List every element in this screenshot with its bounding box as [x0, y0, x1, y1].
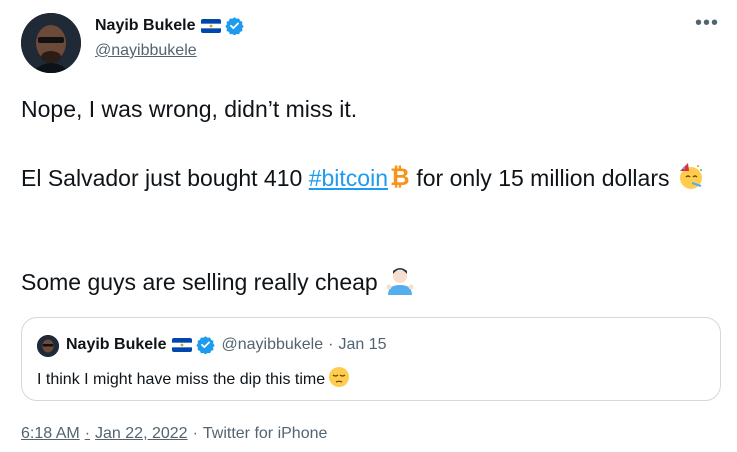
footer-separator: · — [84, 425, 91, 442]
author-handle[interactable]: @nayibbukele — [95, 42, 197, 60]
svg-text:₿: ₿ — [390, 163, 410, 189]
el-salvador-flag-icon — [172, 337, 193, 352]
quoted-author-handle: @nayibbukele — [221, 335, 324, 353]
quoted-text: I think I might have miss the dip this t… — [37, 370, 326, 388]
quoted-text-row: I think I might have miss the dip this t… — [37, 366, 350, 393]
tweet-time-link[interactable]: 6:18 AM — [21, 425, 80, 443]
pensive-face-icon — [328, 366, 350, 393]
verified-badge-icon — [196, 335, 216, 355]
quoted-separator: · — [328, 335, 334, 353]
author-name[interactable]: Nayib Bukele — [95, 17, 195, 35]
quoted-tweet[interactable]: Nayib Bukele @nayibbukele · Jan 15 I thi… — [21, 317, 721, 401]
tweet-card: Nayib Bukele @nayibbukele ••• Nope, I wa… — [0, 0, 737, 452]
tweet-date-link[interactable]: Jan 22, 2022 — [95, 425, 188, 443]
quoted-header: Nayib Bukele @nayibbukele · Jan 15 — [66, 335, 387, 355]
tweet-source: Twitter for iPhone — [202, 425, 328, 442]
el-salvador-flag-icon — [201, 18, 222, 33]
tweet-text-line2-pre: El Salvador just bought 410 — [21, 165, 309, 192]
quoted-author-avatar — [37, 335, 59, 357]
tweet-text-paragraph3: Some guys are selling really cheap — [21, 265, 711, 303]
author-avatar[interactable] — [21, 13, 81, 73]
person-shrugging-icon — [384, 265, 416, 303]
quoted-author-name: Nayib Bukele — [66, 335, 167, 353]
quoted-date: Jan 15 — [338, 335, 387, 353]
footer-source-separator: · — [192, 425, 198, 442]
tweet-text-paragraph2: El Salvador just bought 410 #bitcoin ₿ fo… — [21, 161, 711, 199]
tweet-text-line2-post: for only 15 million dollars — [409, 165, 676, 192]
bitcoin-icon: ₿ — [388, 163, 410, 197]
tweet-footer: 6:18 AM · Jan 22, 2022 · Twitter for iPh… — [21, 425, 327, 443]
tweet-text-line1: Nope, I was wrong, didn’t miss it. — [21, 96, 358, 122]
verified-badge-icon — [225, 16, 245, 36]
tweet-text-line3: Some guys are selling really cheap — [21, 269, 385, 296]
author-name-row: Nayib Bukele — [95, 16, 245, 36]
bitcoin-hashtag-link[interactable]: #bitcoin — [309, 165, 388, 191]
more-options-icon[interactable]: ••• — [695, 12, 719, 35]
party-face-icon — [676, 161, 706, 199]
